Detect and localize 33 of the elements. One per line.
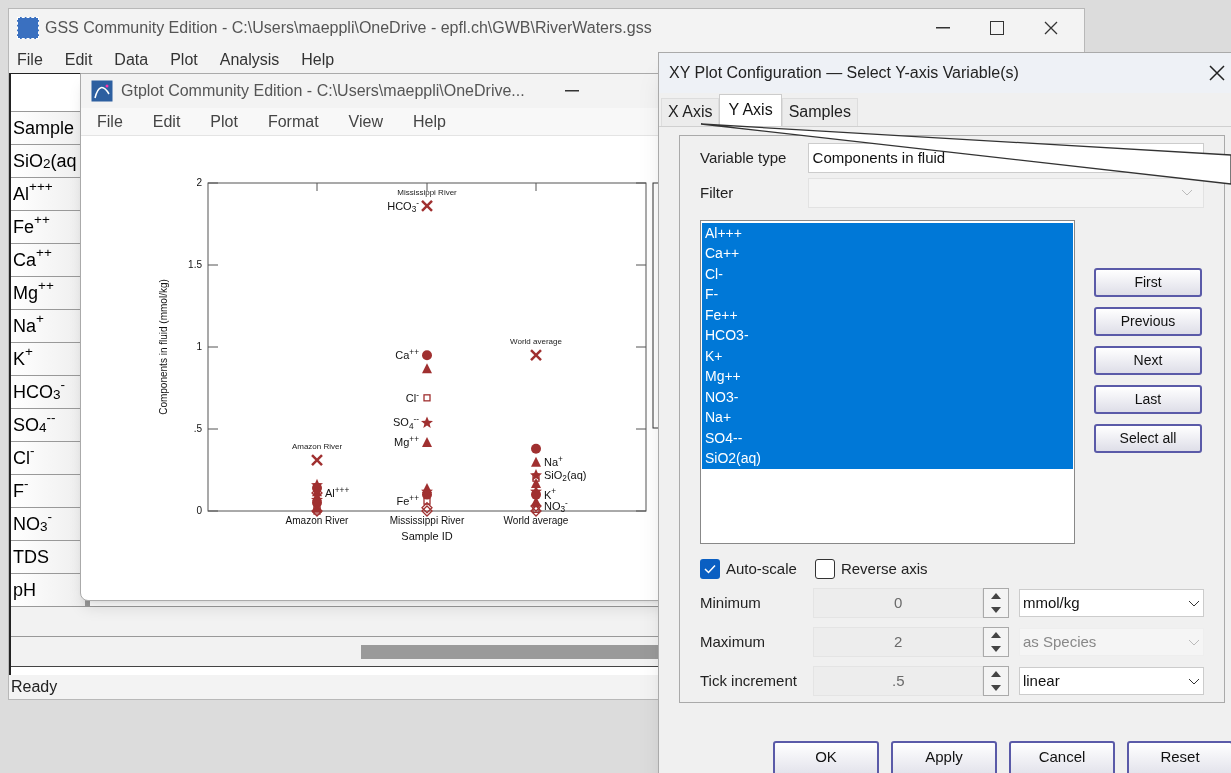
- window-title: Gtplot Community Edition - C:\Users\maeppli\OneDrive...: [121, 81, 525, 101]
- window-title: GSS Community Edition - C:\Users\maeppli\OneDrive - epfl.ch\GWB\RiverWaters.gss: [45, 18, 652, 38]
- row-header: pH: [11, 574, 86, 606]
- field-label: Filter: [700, 182, 735, 203]
- axis-tick-label: Amazon River: [284, 516, 350, 526]
- axis-tick-label: 0: [195, 506, 202, 516]
- status-text: Ready: [11, 677, 58, 697]
- species-label: Fe$^{++}$: [396, 495, 419, 507]
- species-label: Ca$^{++}$: [395, 349, 419, 361]
- field-label: Minimum: [700, 593, 762, 613]
- axis-tick-label: 2: [195, 178, 202, 188]
- sample-label: Amazon River: [290, 443, 344, 452]
- axis-title: Components in fluid (mmol/kg): [159, 279, 169, 415]
- checkbox-label: Reverse axis: [840, 558, 928, 579]
- axis-tick-label: World average: [502, 516, 570, 526]
- species-label: SiO$_{2}$(aq): [544, 469, 587, 481]
- axis-tick-label: 1: [195, 342, 202, 352]
- axis-title: Sample ID: [400, 531, 454, 542]
- species-label: Mg$^{++}$: [394, 436, 419, 448]
- axis-tick-label: 1.5: [187, 260, 202, 270]
- species-label: Al$^{+++}$: [325, 487, 350, 499]
- dialog-title: XY Plot Configuration — Select Y-axis Variable(s): [669, 62, 1019, 83]
- axis-tick-label: Mississippi River: [388, 516, 466, 526]
- checkbox-label: Auto-scale: [726, 558, 797, 579]
- species-label: Cl$^{-}$: [405, 392, 419, 404]
- field-label: Maximum: [700, 632, 766, 652]
- species-label: K$^{+}$: [544, 489, 557, 501]
- axis-tick-label: .5: [192, 424, 202, 434]
- field-label: Tick increment: [700, 671, 798, 691]
- species-label: Na$^{+}$: [544, 456, 563, 468]
- field-label: Variable type: [700, 147, 788, 168]
- sample-label: World average: [509, 338, 563, 347]
- sample-label: Mississippi River: [396, 188, 458, 197]
